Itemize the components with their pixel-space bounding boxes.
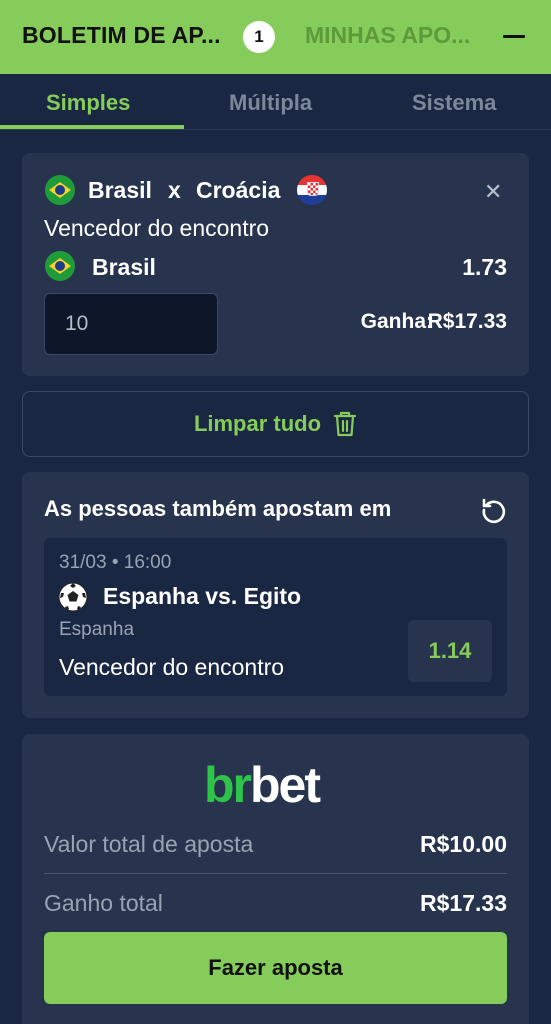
tab-simples[interactable]: Simples [46, 90, 130, 116]
tab-sistema[interactable]: Sistema [412, 90, 496, 116]
soccer-ball-icon [58, 582, 88, 612]
stake-input[interactable] [45, 294, 217, 354]
tab-multipla[interactable]: Múltipla [229, 90, 312, 116]
potential-win-label: Ganha: [360, 310, 433, 333]
selection-flag-icon [45, 251, 75, 281]
minimize-icon[interactable] [503, 35, 525, 38]
suggestions-card: As pessoas também apostam em 31/03 • 16:… [22, 472, 529, 718]
summary-card: brbet Valor total de aposta R$10.00 Ganh… [22, 734, 529, 1024]
suggested-bet[interactable]: 31/03 • 16:00 Espanha vs. Egito Espanha … [44, 538, 507, 696]
total-win-value: R$17.33 [420, 890, 507, 916]
event-datetime: 31/03 • 16:00 [59, 552, 172, 573]
event-name: Espanha vs. Egito [103, 583, 302, 609]
versus-label: x [168, 177, 181, 203]
total-win-label: Ganho total [44, 890, 163, 916]
summary-divider [44, 873, 507, 874]
selection-name: Brasil [92, 254, 156, 280]
total-stake-label: Valor total de aposta [44, 831, 254, 857]
brbet-logo: brbet [204, 757, 321, 813]
home-team: Brasil [88, 177, 152, 203]
place-bet-button[interactable]: Fazer aposta [44, 932, 507, 1004]
away-team: Croácia [196, 177, 281, 203]
clear-all-button[interactable]: Limpar tudo [22, 391, 529, 457]
betslip-count-badge: 1 [243, 21, 275, 53]
clear-all-label: Limpar tudo [193, 411, 322, 436]
total-stake-value: R$10.00 [420, 831, 507, 857]
croatia-flag-icon [297, 175, 327, 205]
stake-input-wrapper[interactable] [44, 293, 218, 355]
refresh-icon[interactable] [480, 496, 508, 524]
suggestions-title: As pessoas também apostam em [44, 496, 392, 521]
potential-win-value: R$17.33 [427, 310, 507, 333]
brazil-flag-icon [45, 175, 75, 205]
trash-icon [333, 411, 357, 437]
market-name: Vencedor do encontro [44, 215, 270, 241]
bet-type-tabs: Simples Múltipla Sistema [0, 74, 551, 130]
suggested-selection: Espanha [59, 619, 135, 640]
betslip-header: BOLETIM DE AP... 1 MINHAS APO... [0, 0, 551, 74]
active-tab-indicator [0, 125, 184, 129]
remove-bet-icon[interactable]: ✕ [484, 179, 502, 205]
tab-my-bets[interactable]: MINHAS APO... [305, 22, 470, 49]
bet-odds: 1.73 [462, 254, 507, 280]
tab-betslip[interactable]: BOLETIM DE AP... [22, 22, 221, 49]
bet-card: Brasil x Croácia ✕ Vencedor do encontro … [22, 153, 529, 376]
odds-button[interactable]: 1.14 [408, 620, 492, 682]
suggested-market: Vencedor do encontro [59, 654, 285, 680]
